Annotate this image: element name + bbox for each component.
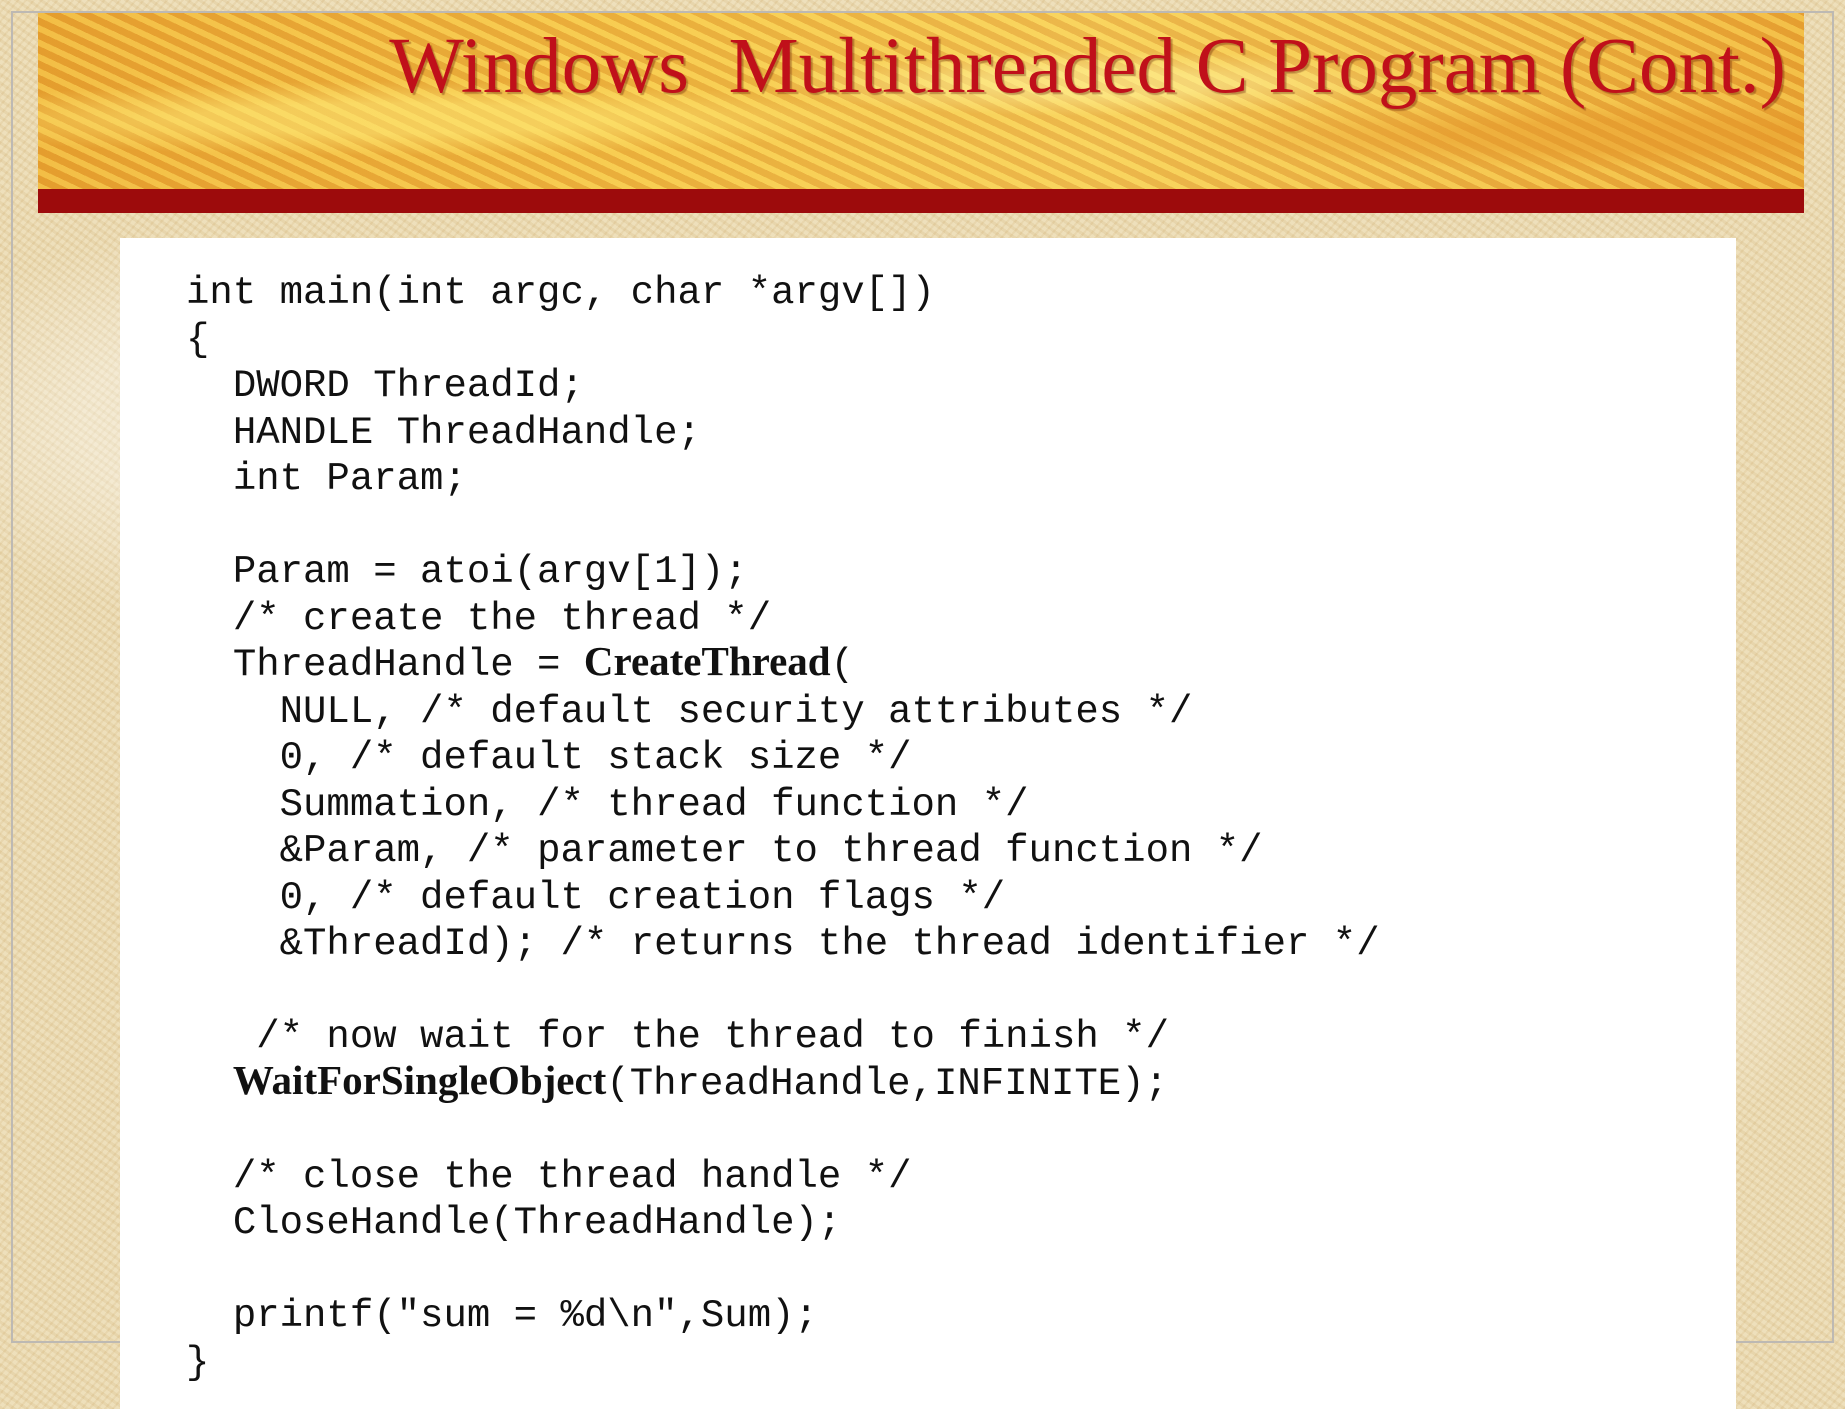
code-listing: int main(int argc, char *argv[]){ DWORD … bbox=[186, 266, 1380, 1385]
code-line: WaitForSingleObject(ThreadHandle,INFINIT… bbox=[186, 1056, 1380, 1106]
code-text: int Param; bbox=[232, 457, 467, 501]
code-text: Param = atoi(argv[1]); bbox=[232, 550, 748, 594]
code-text: 0, /* default creation flags */ bbox=[279, 875, 1006, 920]
code-line: HANDLE ThreadHandle; bbox=[186, 406, 1380, 455]
slide-title: Windows Multithreaded C Program (Cont.) bbox=[389, 23, 1786, 110]
code-text: &ThreadId); /* returns the thread identi… bbox=[279, 922, 1380, 966]
code-line: Summation, /* thread function */ bbox=[186, 778, 1380, 827]
title-underline-bar bbox=[38, 189, 1804, 213]
code-text: ( bbox=[830, 643, 855, 687]
api-function-name: WaitForSingleObject bbox=[232, 1056, 607, 1103]
code-text: /* close the thread handle */ bbox=[232, 1154, 912, 1199]
code-line: Param = atoi(argv[1]); bbox=[186, 545, 1380, 594]
code-line: &ThreadId); /* returns the thread identi… bbox=[186, 917, 1380, 966]
code-text: (ThreadHandle,INFINITE); bbox=[606, 1061, 1169, 1106]
code-text: NULL, /* default security attributes */ bbox=[279, 689, 1193, 734]
code-panel: int main(int argc, char *argv[]){ DWORD … bbox=[120, 238, 1736, 1409]
code-text: printf("sum = %d\n",Sum); bbox=[232, 1294, 818, 1338]
code-text: } bbox=[186, 1340, 210, 1385]
code-line: /* close the thread handle */ bbox=[186, 1150, 1380, 1199]
code-text: 0, /* default stack size */ bbox=[279, 736, 912, 780]
code-line: printf("sum = %d\n",Sum); bbox=[186, 1289, 1380, 1338]
code-text: /* create the thread */ bbox=[232, 596, 772, 641]
code-line: NULL, /* default security attributes */ bbox=[186, 685, 1380, 734]
code-text: /* now wait for the thread to finish */ bbox=[256, 1015, 1169, 1059]
code-line: DWORD ThreadId; bbox=[186, 359, 1380, 408]
code-line: /* create the thread */ bbox=[186, 592, 1380, 641]
code-text: DWORD ThreadId; bbox=[232, 364, 584, 408]
code-text: CloseHandle(ThreadHandle); bbox=[232, 1201, 842, 1245]
code-text: ThreadHandle = bbox=[232, 643, 584, 687]
api-function-name: CreateThread bbox=[583, 638, 831, 684]
code-line: } bbox=[186, 1336, 1380, 1385]
code-text: &Param, /* parameter to thread function … bbox=[279, 829, 1263, 873]
code-line: 0, /* default creation flags */ bbox=[186, 871, 1380, 920]
code-line: 0, /* default stack size */ bbox=[186, 731, 1380, 780]
code-line: int main(int argc, char *argv[]) bbox=[186, 266, 1380, 315]
code-line: { bbox=[186, 313, 1380, 362]
code-line: /* now wait for the thread to finish */ bbox=[186, 1010, 1380, 1059]
title-banner: Windows Multithreaded C Program (Cont.) bbox=[38, 13, 1804, 189]
code-text: { bbox=[186, 317, 210, 362]
code-line: int Param; bbox=[186, 452, 1380, 501]
code-line: &Param, /* parameter to thread function … bbox=[186, 824, 1380, 873]
code-text: int main(int argc, char *argv[]) bbox=[186, 271, 935, 315]
code-line: ThreadHandle = CreateThread( bbox=[186, 638, 1380, 687]
code-line: CloseHandle(ThreadHandle); bbox=[186, 1196, 1380, 1245]
code-text: HANDLE ThreadHandle; bbox=[232, 410, 701, 455]
code-text: Summation, /* thread function */ bbox=[279, 782, 1029, 827]
